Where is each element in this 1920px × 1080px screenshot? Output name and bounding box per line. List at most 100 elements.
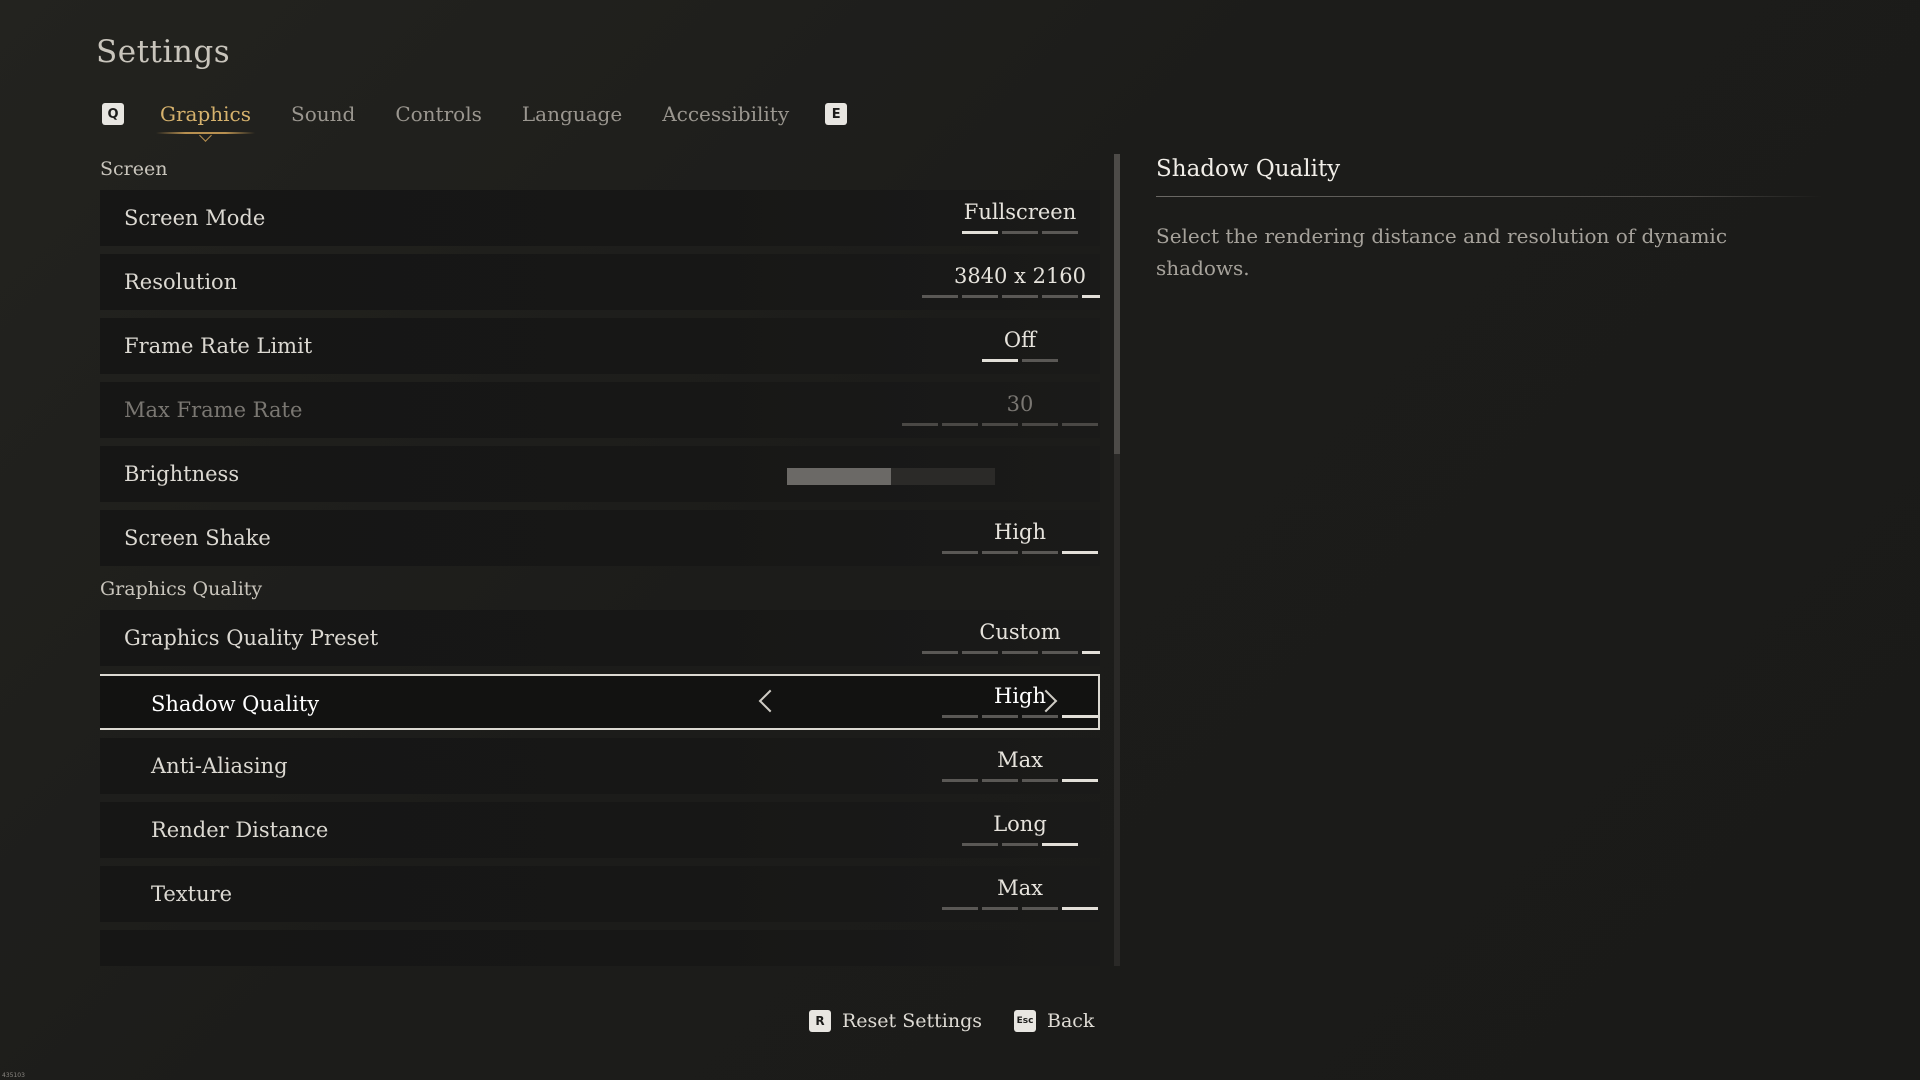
option-pip bbox=[982, 907, 1018, 910]
option-pip bbox=[1062, 715, 1098, 718]
reset-settings-label: Reset Settings bbox=[842, 1010, 982, 1032]
option-pip bbox=[962, 295, 998, 298]
setting-value: Long bbox=[993, 812, 1047, 836]
option-indicator bbox=[820, 907, 1100, 910]
option-indicator bbox=[820, 231, 1100, 234]
setting-row-render-distance[interactable]: Render Distance Long bbox=[100, 802, 1100, 858]
option-pip bbox=[1002, 843, 1038, 846]
option-pip bbox=[1062, 423, 1098, 426]
brightness-slider[interactable] bbox=[787, 468, 995, 485]
option-pip bbox=[1062, 907, 1098, 910]
setting-label: Shadow Quality bbox=[151, 692, 320, 716]
setting-row-frame-rate-limit[interactable]: Frame Rate Limit Off bbox=[100, 318, 1100, 374]
setting-value: Max bbox=[997, 876, 1043, 900]
option-pip bbox=[1062, 551, 1098, 554]
setting-label: Graphics Quality Preset bbox=[124, 626, 379, 650]
option-pip bbox=[1042, 295, 1078, 298]
option-indicator bbox=[820, 843, 1100, 846]
setting-value: Fullscreen bbox=[963, 200, 1077, 224]
setting-row-graphics-quality-preset[interactable]: Graphics Quality Preset Custom bbox=[100, 610, 1100, 666]
settings-list: Screen Screen Mode Fullscreen Resolution… bbox=[100, 154, 1100, 966]
option-pip bbox=[1022, 359, 1058, 362]
option-indicator bbox=[820, 651, 1100, 654]
setting-row-screen-mode[interactable]: Screen Mode Fullscreen bbox=[100, 190, 1100, 246]
tab-sound[interactable]: Sound bbox=[291, 102, 355, 126]
setting-value: Off bbox=[1003, 328, 1037, 352]
option-indicator bbox=[820, 551, 1100, 554]
option-pip bbox=[1002, 231, 1038, 234]
setting-label: Render Distance bbox=[151, 818, 329, 842]
option-pip bbox=[942, 551, 978, 554]
option-pip bbox=[1062, 779, 1098, 782]
section-title-screen: Screen bbox=[100, 158, 168, 180]
detail-title: Shadow Quality bbox=[1156, 156, 1341, 182]
setting-label: Frame Rate Limit bbox=[124, 334, 313, 358]
option-pip bbox=[942, 907, 978, 910]
page-title: Settings bbox=[96, 34, 231, 70]
scrollbar-thumb[interactable] bbox=[1114, 154, 1120, 454]
option-pip bbox=[1022, 907, 1058, 910]
setting-label: Resolution bbox=[124, 270, 238, 294]
settings-scrollbar[interactable] bbox=[1114, 154, 1120, 966]
option-pip bbox=[1022, 715, 1058, 718]
option-pip bbox=[1042, 231, 1078, 234]
detail-divider bbox=[1156, 196, 1822, 197]
setting-row-screen-shake[interactable]: Screen Shake High bbox=[100, 510, 1100, 566]
next-tab-key[interactable]: E bbox=[825, 103, 848, 125]
setting-value: Custom bbox=[979, 620, 1061, 644]
option-pip bbox=[982, 715, 1018, 718]
setting-label: Anti-Aliasing bbox=[151, 754, 288, 778]
option-indicator bbox=[820, 715, 1100, 718]
option-pip bbox=[922, 651, 958, 654]
reset-key-icon: R bbox=[809, 1010, 831, 1032]
setting-row-anti-aliasing[interactable]: Anti-Aliasing Max bbox=[100, 738, 1100, 794]
option-pip bbox=[1042, 843, 1078, 846]
option-pip bbox=[1082, 295, 1100, 298]
option-pip bbox=[962, 651, 998, 654]
option-indicator bbox=[820, 295, 1100, 298]
footer-bar: R Reset Settings Esc Back bbox=[0, 1010, 1920, 1038]
chevron-left-icon[interactable] bbox=[758, 689, 782, 713]
setting-row-texture[interactable]: Texture Max bbox=[100, 866, 1100, 922]
option-pip bbox=[1022, 423, 1058, 426]
setting-row-shadow-quality[interactable]: Shadow Quality High bbox=[100, 674, 1100, 730]
tab-accessibility[interactable]: Accessibility bbox=[662, 102, 789, 126]
setting-label: Brightness bbox=[124, 462, 240, 486]
option-pip bbox=[1002, 651, 1038, 654]
option-pip bbox=[982, 359, 1018, 362]
option-pip bbox=[962, 843, 998, 846]
option-pip bbox=[922, 295, 958, 298]
option-pip bbox=[1022, 551, 1058, 554]
option-pip bbox=[1022, 779, 1058, 782]
setting-label: Screen Shake bbox=[124, 526, 271, 550]
option-pip bbox=[982, 551, 1018, 554]
option-pip bbox=[1042, 651, 1078, 654]
tab-controls[interactable]: Controls bbox=[395, 102, 482, 126]
option-pip bbox=[942, 715, 978, 718]
setting-row-partially-visible[interactable] bbox=[100, 930, 1100, 966]
option-indicator bbox=[820, 423, 1100, 426]
setting-row-resolution[interactable]: Resolution 3840 x 2160 bbox=[100, 254, 1100, 310]
prev-tab-key[interactable]: Q bbox=[102, 103, 124, 125]
option-pip bbox=[1002, 295, 1038, 298]
back-button[interactable]: Esc Back bbox=[1014, 1010, 1094, 1032]
tab-language[interactable]: Language bbox=[522, 102, 622, 126]
back-label: Back bbox=[1047, 1010, 1095, 1032]
setting-value: 30 bbox=[1006, 392, 1034, 416]
setting-value: High bbox=[994, 684, 1046, 708]
option-pip bbox=[982, 779, 1018, 782]
setting-row-brightness[interactable]: Brightness 5 bbox=[100, 446, 1100, 502]
option-pip bbox=[942, 779, 978, 782]
tab-graphics[interactable]: Graphics bbox=[156, 102, 256, 142]
tab-graphics-label: Graphics bbox=[160, 102, 252, 126]
reset-settings-button[interactable]: R Reset Settings bbox=[809, 1010, 982, 1032]
option-indicator bbox=[820, 359, 1100, 362]
option-indicator bbox=[820, 779, 1100, 782]
setting-value: Max bbox=[997, 748, 1043, 772]
option-pip bbox=[982, 423, 1018, 426]
setting-label: Max Frame Rate bbox=[124, 398, 303, 422]
setting-value: 3840 x 2160 bbox=[953, 264, 1087, 288]
brightness-slider-fill bbox=[787, 468, 891, 485]
section-title-graphics-quality: Graphics Quality bbox=[100, 578, 263, 600]
detail-description: Select the rendering distance and resolu… bbox=[1156, 224, 1728, 280]
